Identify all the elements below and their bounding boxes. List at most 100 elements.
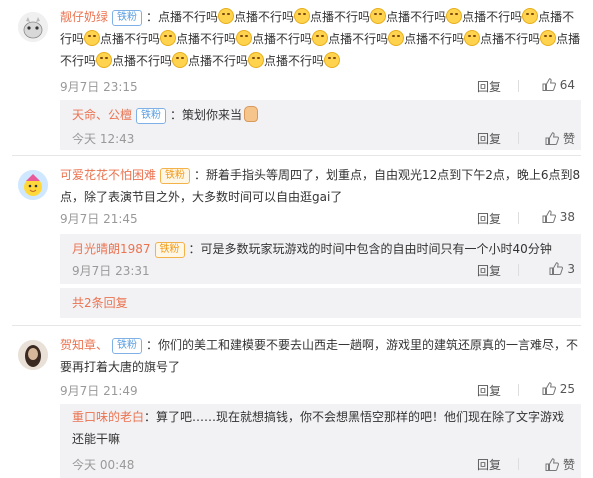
thumb-up-icon [542, 78, 556, 91]
like-count: 38 [559, 210, 575, 224]
reply-time: 9月7日 23:31 [72, 264, 150, 278]
username-link[interactable]: 天命、公檀 [72, 108, 132, 122]
like-button[interactable]: 64 [542, 78, 575, 92]
reply-time: 今天 12:43 [72, 132, 135, 146]
thinking-emoji-icon [236, 30, 253, 46]
sub-reply-content: ：策划你来当 [170, 108, 243, 122]
comment-text-segment: 点播不行吗 [462, 10, 523, 24]
like-button[interactable]: 3 [549, 262, 575, 276]
divider [518, 212, 519, 224]
reply-button[interactable]: 回复 [477, 130, 501, 147]
thinking-emoji-icon [324, 52, 341, 68]
comment-text-segment: 点播不行吗 [404, 32, 465, 46]
comment-time: 9月7日 21:49 [60, 384, 138, 398]
thumb-up-icon [542, 382, 556, 395]
thinking-emoji-icon [248, 52, 265, 68]
avatar[interactable] [18, 12, 48, 42]
divider [518, 458, 519, 470]
username-link[interactable]: 贺知章、 [60, 338, 108, 352]
divider [518, 80, 519, 92]
comment-meta: 9月7日 21:45 回复 38 [60, 210, 581, 230]
like-count: 25 [559, 382, 575, 396]
divider [12, 155, 581, 156]
sub-reply-text: 天命、公檀 铁粉 ：策划你来当 [72, 104, 567, 126]
reply-button[interactable]: 回复 [477, 262, 501, 279]
divider [518, 264, 519, 276]
thumb-up-icon [542, 210, 556, 223]
sub-reply: 月光晴朗1987 铁粉 ：可是多数玩家玩游戏的时间中包含的自由时间只有一个小时40分… [60, 234, 581, 284]
thinking-emoji-icon [96, 52, 113, 68]
comment-text: 贺知章、 铁粉 ：你们的美工和建模要不要去山西走一趟啊，游戏里的建筑还原真的一言难尽… [60, 334, 581, 378]
comment-meta: 9月7日 23:15 回复 64 [60, 78, 581, 98]
comment-text-segment: 点播不行吗 [234, 10, 295, 24]
reply-button[interactable]: 回复 [477, 210, 501, 227]
like-button[interactable]: 赞 [545, 456, 575, 473]
comment-list: 靓仔奶绿 铁粉 ：点播不行吗 点播不行吗 点播不行吗 点播不行吗 点播不行吗 点播不行吗 点播不… [0, 0, 593, 478]
more-replies-link[interactable]: 共2条回复 [72, 292, 567, 314]
thinking-emoji-icon [446, 8, 463, 24]
comment-text-segment: 点播不行吗 [252, 32, 313, 46]
like-label: 赞 [562, 458, 575, 472]
username-link[interactable]: 重口味的老白 [72, 410, 144, 424]
sub-reply: 重口味的老白：算了吧……现在就想搞钱，你不会想黑悟空那样的吧！他们现在除了文字游… [60, 404, 581, 478]
comment-text-segment: 点播不行吗 [264, 54, 325, 68]
sub-reply-meta: 9月7日 23:31 回复 3 [72, 262, 581, 282]
username-link[interactable]: 月光晴朗1987 [72, 242, 151, 256]
comment-text-segment: 点播不行吗 [188, 54, 249, 68]
sub-reply-content: ：算了吧……现在就想搞钱，你不会想黑悟空那样的吧！他们现在除了文字游戏还能干嘛 [72, 410, 565, 446]
comment-meta: 9月7日 21:49 回复 25 [60, 382, 581, 402]
thinking-emoji-icon [84, 30, 101, 46]
comment-text-segment: 点播不行吗 [328, 32, 389, 46]
reply-button[interactable]: 回复 [477, 78, 501, 95]
comment-text-segment: ：点播不行吗 [146, 10, 219, 24]
avatar[interactable] [18, 340, 48, 370]
fan-badge[interactable]: 铁粉 [112, 338, 143, 354]
sub-reply-meta: 今天 12:43 回复 赞 [72, 130, 581, 150]
comment-text-segment: 点播不行吗 [480, 32, 541, 46]
comment-text-segment: 点播不行吗 [310, 10, 371, 24]
like-label: 赞 [562, 132, 575, 146]
thumbs-up-emoji-icon [244, 106, 259, 122]
fan-badge[interactable]: 铁粉 [160, 168, 191, 184]
avatar[interactable] [18, 170, 48, 200]
comment-text: 靓仔奶绿 铁粉 ：点播不行吗 点播不行吗 点播不行吗 点播不行吗 点播不行吗 点播不行吗 点播不… [60, 6, 581, 72]
thinking-emoji-icon [388, 30, 405, 46]
more-replies: 共2条回复 [60, 288, 581, 318]
thinking-emoji-icon [160, 30, 177, 46]
thinking-emoji-icon [540, 30, 557, 46]
thinking-emoji-icon [464, 30, 481, 46]
comment-time: 9月7日 23:15 [60, 80, 138, 94]
thinking-emoji-icon [294, 8, 311, 24]
comment-text: 可爱花花不怕困难 铁粉 ：掰着手指头等周四了，划重点，自由观光12点到下午2点，晚上… [60, 164, 581, 208]
divider [518, 132, 519, 144]
fan-badge[interactable]: 铁粉 [154, 242, 185, 258]
fan-badge[interactable]: 铁粉 [112, 10, 143, 26]
reply-time: 今天 00:48 [72, 458, 135, 472]
divider [518, 384, 519, 396]
comment-time: 9月7日 21:45 [60, 212, 138, 226]
thinking-emoji-icon [370, 8, 387, 24]
reply-button[interactable]: 回复 [477, 382, 501, 399]
thinking-emoji-icon [218, 8, 235, 24]
fan-badge[interactable]: 铁粉 [136, 108, 167, 124]
thumb-up-icon [545, 458, 559, 471]
comment-text-segment: 点播不行吗 [112, 54, 173, 68]
sub-reply-text: 月光晴朗1987 铁粉 ：可是多数玩家玩游戏的时间中包含的自由时间只有一个小时40分… [72, 238, 567, 260]
username-link[interactable]: 靓仔奶绿 [60, 10, 108, 24]
reply-button[interactable]: 回复 [477, 456, 501, 473]
like-button[interactable]: 赞 [545, 130, 575, 147]
thumb-up-icon [545, 132, 559, 145]
like-count: 3 [567, 262, 575, 276]
comment-text-segment: 点播不行吗 [100, 32, 161, 46]
sub-reply-text: 重口味的老白：算了吧……现在就想搞钱，你不会想黑悟空那样的吧！他们现在除了文字游… [72, 406, 567, 450]
thinking-emoji-icon [172, 52, 189, 68]
username-link[interactable]: 可爱花花不怕困难 [60, 168, 156, 182]
comment-text-segment: 点播不行吗 [176, 32, 237, 46]
like-button[interactable]: 38 [542, 210, 575, 224]
thinking-emoji-icon [522, 8, 539, 24]
comment-text-segment: 点播不行吗 [386, 10, 447, 24]
like-button[interactable]: 25 [542, 382, 575, 396]
thumb-up-icon [549, 262, 564, 275]
thinking-emoji-icon [312, 30, 329, 46]
sub-reply: 天命、公檀 铁粉 ：策划你来当 今天 12:43 回复 赞 [60, 100, 581, 150]
